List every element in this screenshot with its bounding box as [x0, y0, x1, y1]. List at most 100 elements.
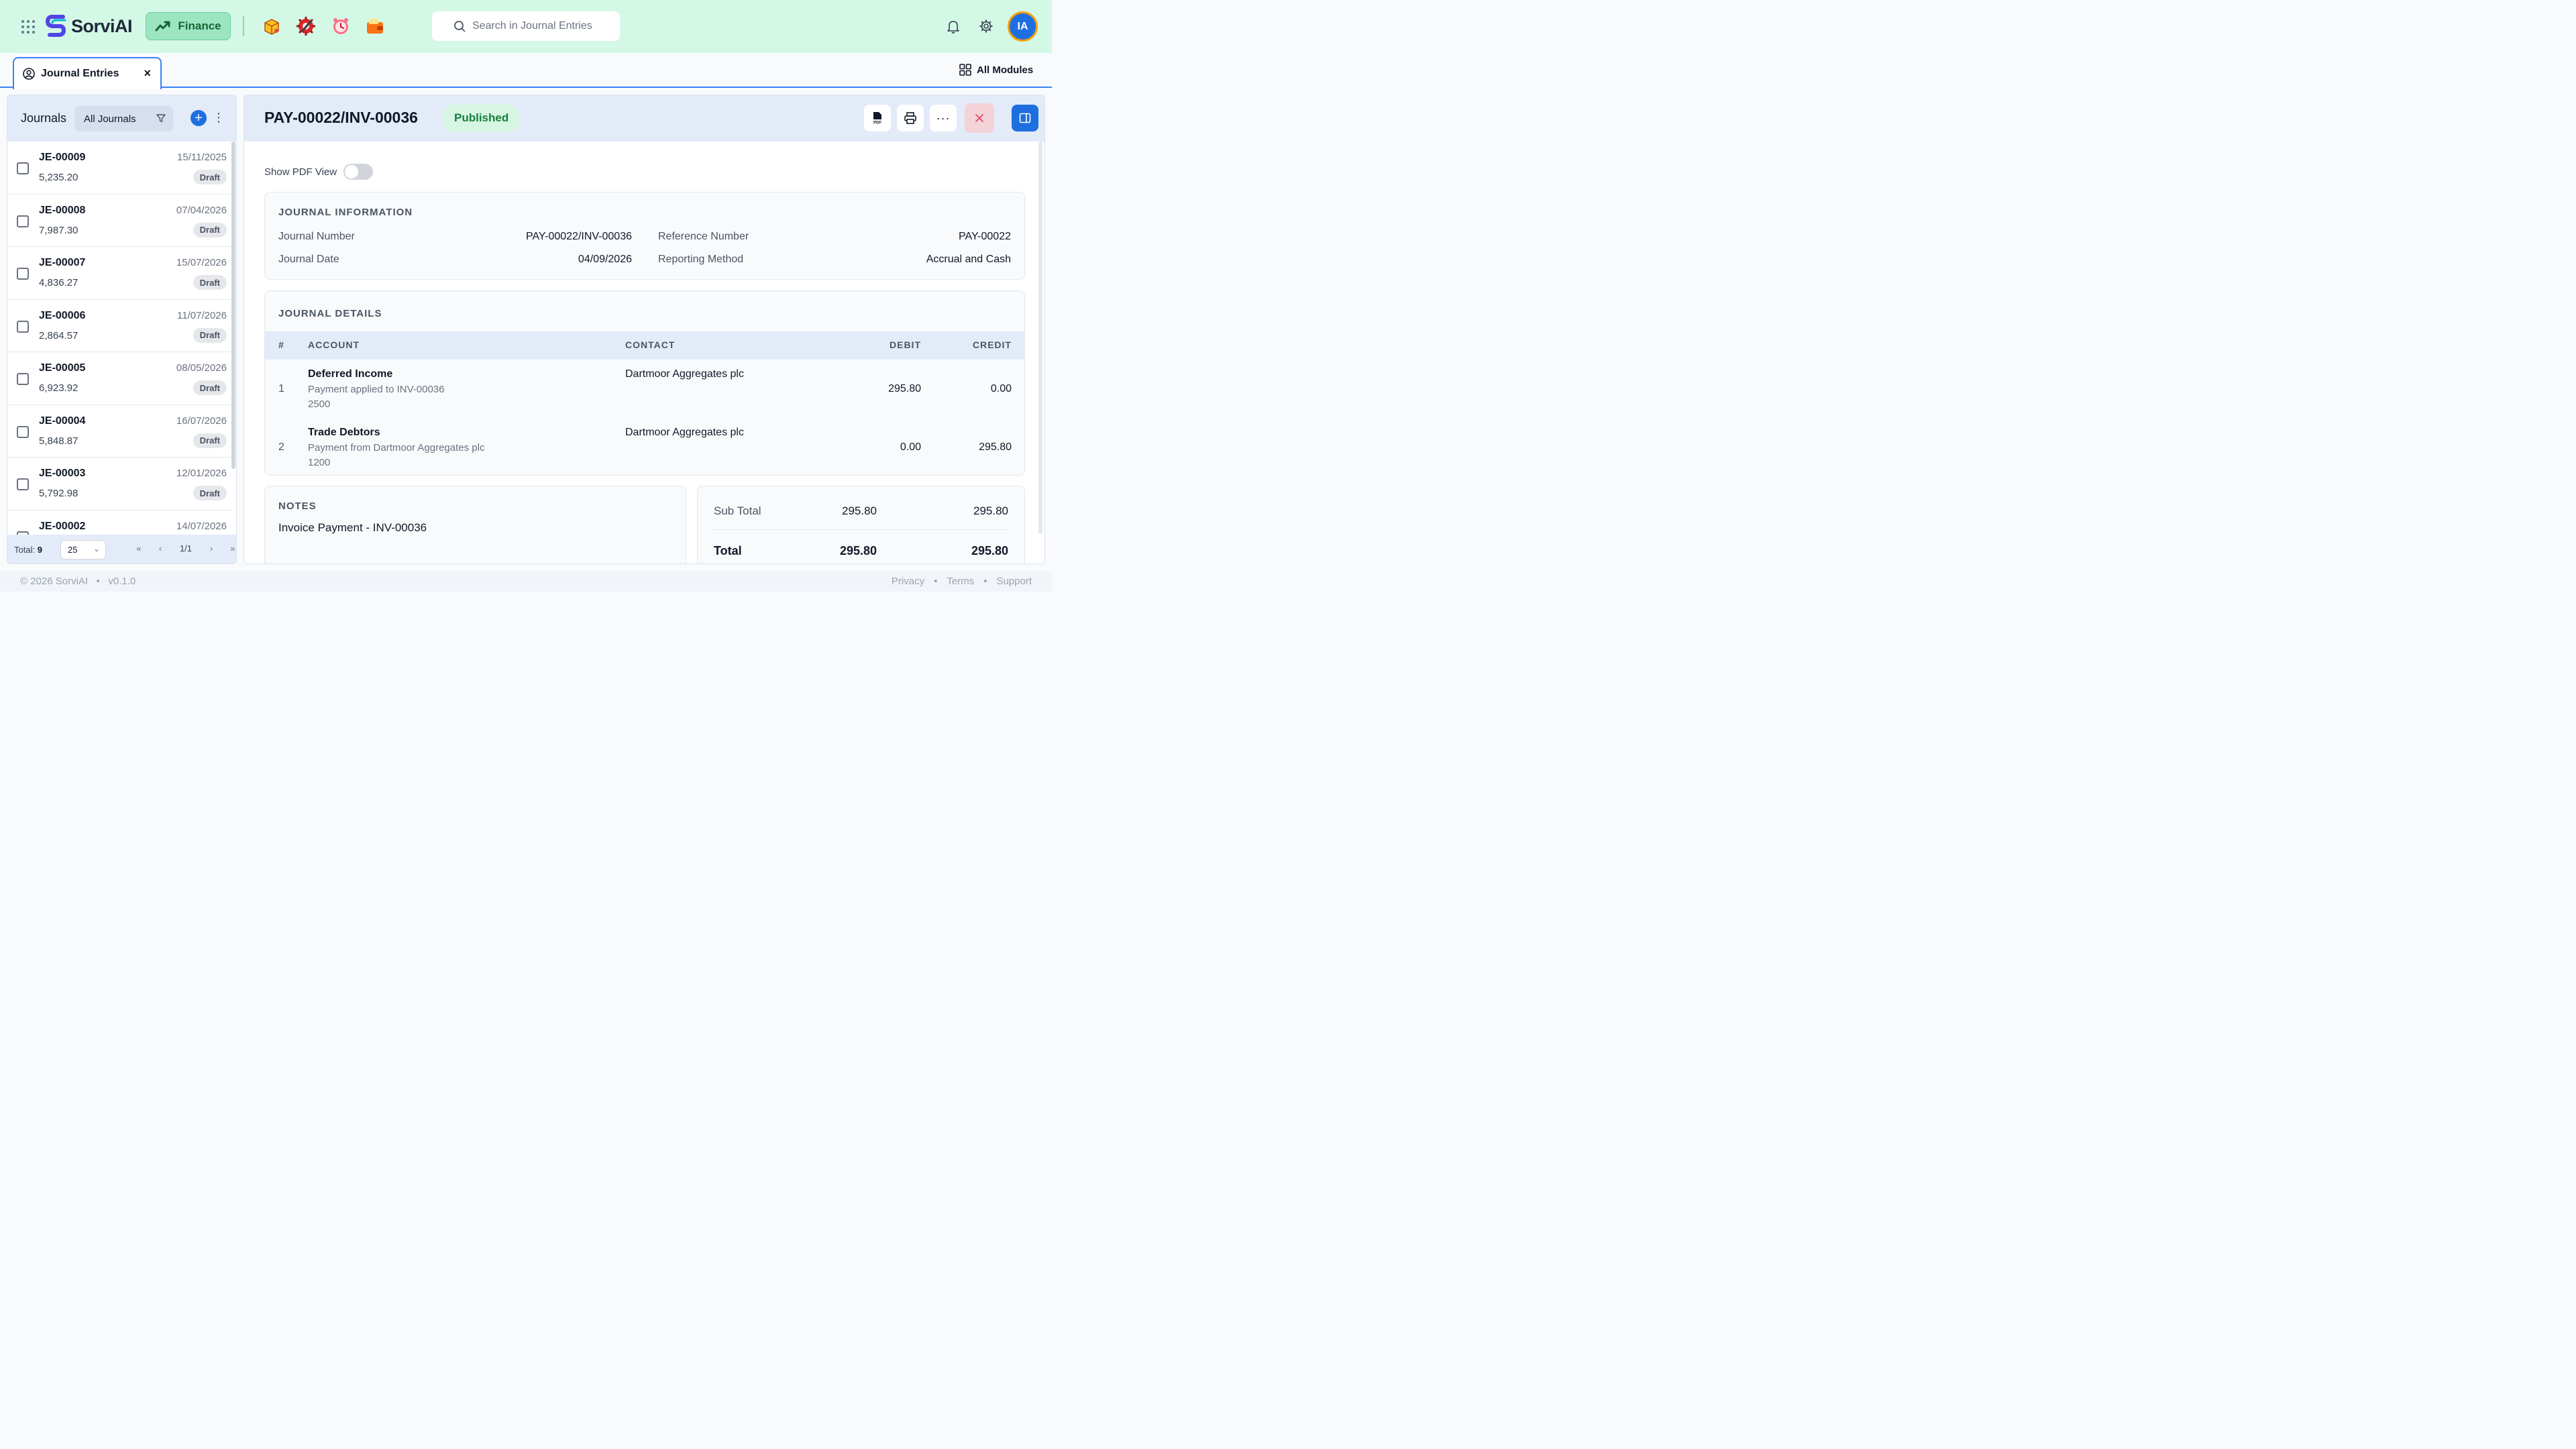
tab-close-icon[interactable]: ×	[144, 66, 151, 80]
toggle-sidebar-button[interactable]	[1012, 105, 1038, 131]
journal-id: JE-00009	[39, 152, 86, 163]
journal-filter-dropdown[interactable]: All Journals	[74, 106, 173, 131]
brand-mark-icon	[46, 15, 66, 37]
journal-detail-panel: PAY-00022/INV-00036 Published PDF ··· Sh…	[244, 95, 1045, 564]
status-badge: Draft	[193, 170, 227, 184]
journal-date: 14/07/2026	[176, 520, 227, 532]
row-checkbox[interactable]	[17, 268, 29, 280]
more-actions-button[interactable]: ···	[930, 105, 957, 131]
journals-panel: Journals All Journals + ⋮ JE-00009 5,235.…	[7, 95, 237, 564]
line-number: 1	[278, 383, 284, 394]
user-avatar[interactable]: IA	[1008, 11, 1038, 42]
privacy-link[interactable]: Privacy	[892, 576, 924, 587]
tab-label: Journal Entries	[41, 68, 119, 79]
journal-information-card: JOURNAL INFORMATION Journal Number PAY-0…	[264, 192, 1025, 280]
print-button[interactable]	[897, 105, 924, 131]
wallet-icon[interactable]	[365, 16, 385, 36]
settings-gear-icon[interactable]	[979, 19, 994, 34]
detail-header: PAY-00022/INV-00036 Published PDF ···	[244, 95, 1044, 142]
line-number: 2	[278, 441, 284, 453]
sidebar-panel-icon	[1019, 113, 1031, 123]
total-credit: 295.80	[971, 544, 1008, 557]
col-account: ACCOUNT	[308, 339, 360, 350]
pdf-view-switch[interactable]	[343, 164, 374, 180]
reporting-method-label: Reporting Method	[658, 254, 744, 265]
row-checkbox[interactable]	[17, 373, 29, 385]
total-label: Total	[714, 544, 742, 557]
table-header: # ACCOUNT CONTACT DEBIT CREDIT	[265, 331, 1024, 360]
tab-journal-entries[interactable]: Journal Entries ×	[13, 57, 162, 89]
contact-name: Dartmoor Aggregates plc	[625, 427, 744, 438]
journal-amount: 6,923.92	[39, 382, 78, 394]
download-pdf-button[interactable]: PDF	[864, 105, 891, 131]
svg-text:PDF: PDF	[873, 121, 881, 125]
app-launcher-icon[interactable]	[21, 20, 35, 34]
journal-amount: 2,864.57	[39, 329, 78, 341]
debit-value: 0.00	[900, 441, 921, 453]
credit-value: 295.80	[979, 441, 1012, 453]
row-checkbox[interactable]	[17, 320, 29, 333]
col-debit: DEBIT	[890, 339, 921, 350]
add-journal-button[interactable]: +	[191, 110, 207, 126]
first-page-icon[interactable]: «	[128, 543, 150, 553]
search-input[interactable]: Search in Journal Entries	[432, 11, 620, 41]
account-name: Trade Debtors	[308, 427, 380, 438]
journal-list-item[interactable]: JE-00007 4,836.27 15/07/2026 Draft	[7, 247, 231, 300]
tools-gear-icon[interactable]	[296, 16, 316, 36]
close-detail-button[interactable]	[965, 103, 994, 133]
journal-id: JE-00004	[39, 415, 86, 427]
prev-page-icon[interactable]: ‹	[150, 543, 171, 553]
row-checkbox[interactable]	[17, 162, 29, 174]
footer-left: © 2026 SorviAI • v0.1.0	[20, 576, 136, 587]
subtotal-debit: 295.80	[842, 504, 877, 517]
brand-logo[interactable]: SorviAI	[46, 13, 133, 39]
all-modules-button[interactable]: All Modules	[959, 64, 1033, 76]
subtotal-label: Sub Total	[714, 504, 761, 517]
brand-name: SorviAI	[71, 15, 133, 36]
page-indicator: 1/1	[179, 543, 193, 553]
subtotal-credit: 295.80	[973, 504, 1008, 517]
detail-scrollbar[interactable]	[1038, 142, 1042, 534]
row-checkbox[interactable]	[17, 215, 29, 227]
journal-list-item[interactable]: JE-00003 5,792.98 12/01/2026 Draft	[7, 458, 231, 511]
divider	[243, 16, 244, 36]
support-link[interactable]: Support	[996, 576, 1032, 587]
journal-date: 08/05/2026	[176, 362, 227, 374]
journals-title: Journals	[21, 111, 67, 125]
alarm-clock-icon[interactable]	[331, 16, 351, 36]
debit-value: 295.80	[888, 383, 921, 394]
user-circle-icon	[23, 68, 35, 80]
status-badge: Draft	[193, 222, 227, 237]
notes-text: Invoice Payment - INV-00036	[278, 521, 427, 534]
journal-list-item[interactable]: JE-00009 5,235.20 15/11/2025 Draft	[7, 142, 231, 195]
notification-bell-icon[interactable]	[946, 19, 961, 34]
filter-icon	[156, 114, 166, 123]
reporting-method-value: Accrual and Cash	[926, 254, 1011, 265]
journal-list-item[interactable]: JE-00006 2,864.57 11/07/2026 Draft	[7, 300, 231, 352]
inventory-box-icon[interactable]	[262, 16, 282, 36]
more-options-icon[interactable]: ⋮	[213, 111, 225, 123]
row-checkbox[interactable]	[17, 425, 29, 438]
next-page-icon[interactable]: ›	[201, 543, 222, 553]
account-code: 1200	[308, 457, 331, 468]
journal-list-item[interactable]: JE-00002 14/07/2026	[7, 511, 231, 535]
finance-module-button[interactable]: Finance	[146, 12, 231, 40]
last-page-icon[interactable]: »	[222, 543, 236, 553]
status-badge: Published	[442, 104, 521, 132]
journal-date-label: Journal Date	[278, 254, 339, 265]
journal-amount: 5,848.87	[39, 435, 78, 447]
journal-list-item[interactable]: JE-00008 7,987.30 07/04/2026 Draft	[7, 195, 231, 247]
journal-list-item[interactable]: JE-00005 6,923.92 08/05/2026 Draft	[7, 352, 231, 405]
notes-card: NOTES Invoice Payment - INV-00036	[264, 486, 686, 564]
line-description: Payment applied to INV-00036	[308, 384, 445, 395]
journal-list-item[interactable]: JE-00004 5,848.87 16/07/2026 Draft	[7, 405, 231, 458]
terms-link[interactable]: Terms	[947, 576, 974, 587]
status-badge: Draft	[193, 275, 227, 290]
trend-up-icon	[155, 21, 170, 32]
row-checkbox[interactable]	[17, 478, 29, 490]
page-size-select[interactable]: 25 ⌄	[60, 540, 106, 559]
journal-id: JE-00002	[39, 520, 86, 532]
separator-dot: •	[91, 576, 106, 587]
list-scrollbar[interactable]	[231, 142, 235, 469]
copyright: © 2026 SorviAI	[20, 576, 89, 587]
